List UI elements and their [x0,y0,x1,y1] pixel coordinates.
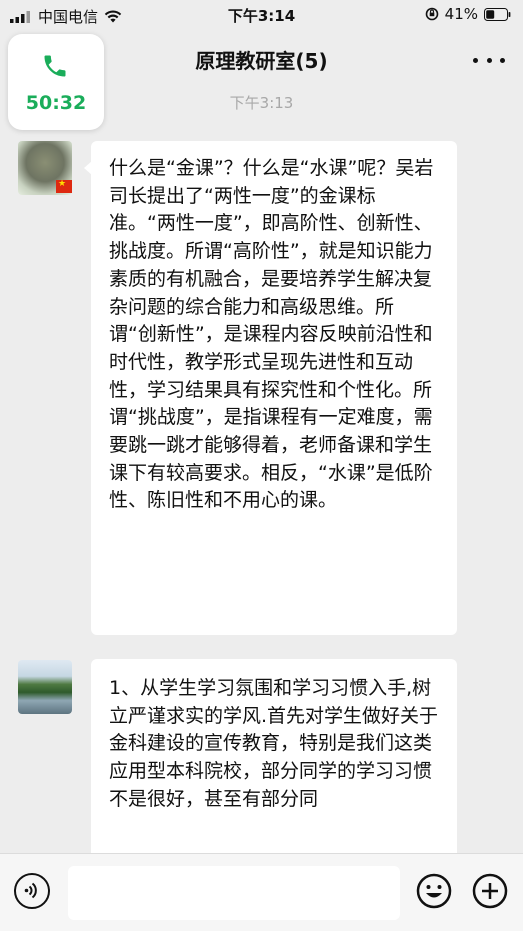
more-button[interactable] [473,48,505,72]
plus-button[interactable] [472,873,508,909]
battery-percent: 41% [444,5,478,23]
sender-avatar[interactable] [18,660,72,714]
emoji-icon [416,873,452,909]
voice-icon [24,882,37,899]
orientation-lock-icon [425,7,438,21]
plus-icon [472,873,508,909]
more-dot [486,57,492,63]
message-bubble[interactable]: 1、从学生学习氛围和学习习惯入手,树立严谨求实的学风.首先对学生做好关于金科建设… [91,659,457,859]
more-dots-icon [473,57,478,63]
emoji-button[interactable] [416,873,452,909]
floating-call-window[interactable]: 50:32 [8,34,104,130]
message-input[interactable] [68,866,400,920]
status-bar: 中国电信 下午3:14 41% [0,0,523,28]
voice-button[interactable] [14,873,50,909]
status-right: 41% [425,5,511,23]
message-text: 1、从学生学习氛围和学习习惯入手,树立严谨求实的学风.首先对学生做好关于金科建设… [109,677,439,810]
message-text: 什么是“金课”？什么是“水课”呢？吴岩司长提出了“两性一度”的金课标准。“两性一… [109,157,434,512]
battery-icon [484,7,511,21]
input-bar [0,853,523,931]
flag-star-icon: ★ [58,179,67,189]
message-timestamp: 下午3:13 [229,94,294,112]
phone-icon [44,55,66,77]
message-bubble[interactable]: 什么是“金课”？什么是“水课”呢？吴岩司长提出了“两性一度”的金课标准。“两性一… [84,141,457,635]
more-dot [500,57,505,63]
china-flag-icon: ★ [56,180,72,193]
